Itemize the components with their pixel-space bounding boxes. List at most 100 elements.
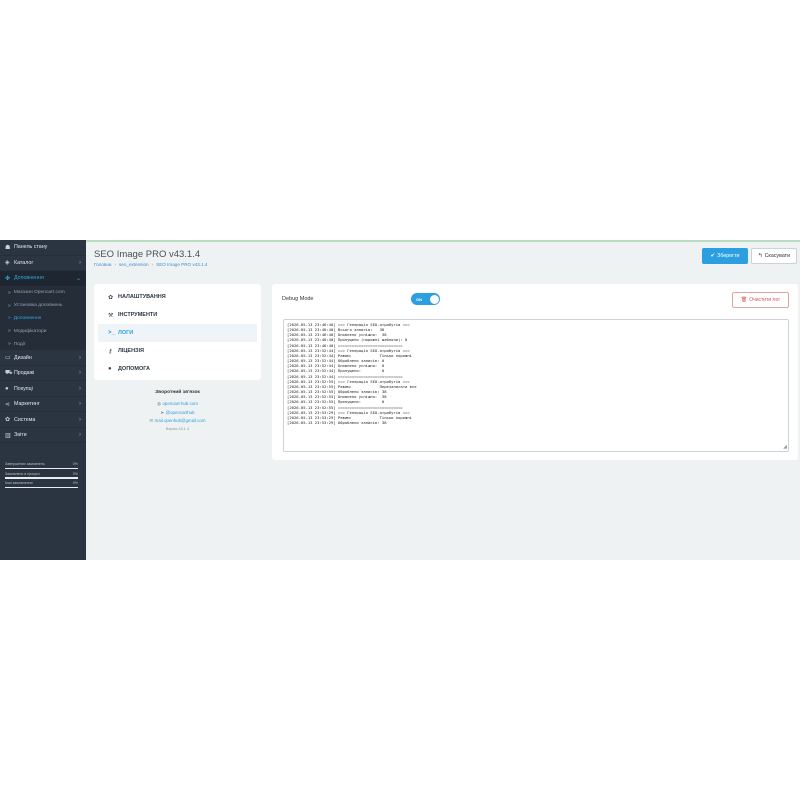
sidebar-subitem[interactable]: » Установка доповнень [0, 299, 86, 312]
trash-icon: 🗑 [740, 297, 748, 303]
monitor-icon: ▭ [5, 355, 11, 362]
cart-icon: ⛟ [5, 370, 13, 377]
sidebar-item[interactable]: ✤ Доповнення ⌄ [0, 271, 86, 287]
envelope-icon: ✉ [149, 418, 154, 423]
tab-label: ЛОГИ [118, 330, 134, 336]
sidebar-item-label: Система [14, 416, 36, 423]
telegram-icon: ➤ [160, 409, 165, 415]
sidebar-item[interactable]: ● Покупці › [0, 381, 86, 397]
terminal-icon: >_ [108, 330, 115, 336]
chevron-right-icon: › [79, 416, 81, 423]
tab-label: НАЛАШТУВАННЯ [118, 294, 166, 300]
cancel-button-label: Скасувати [764, 253, 791, 259]
puzzle-icon: ✤ [5, 275, 11, 282]
breadcrumb-extension[interactable]: seo_extension [119, 262, 149, 267]
bullet-icon: » [8, 341, 11, 348]
chevron-right-icon: › [79, 259, 81, 266]
order-stat-row: Завершених замовлень 0% [5, 462, 78, 466]
sidebar-submenu: » Магазин Opencart.com» Установка доповнен… [0, 286, 86, 351]
sidebar-subitem-label: Магазин Opencart.com [13, 290, 65, 296]
module-version: Версія 43.1.4 [165, 426, 190, 431]
sidebar-item-label: Каталог [14, 259, 34, 266]
sidebar-subitem[interactable]: » Доповнення [0, 312, 86, 325]
wrench-icon: ⚒ [108, 312, 114, 319]
log-line: [2026-05-13 23:53:29] Оброблено записів:… [287, 419, 387, 425]
sidebar-item[interactable]: ☗ Панель стану [0, 240, 86, 256]
sidebar-item[interactable]: ▥ Звіти › [0, 428, 86, 444]
sidebar-subitem-label: Установка доповнень [13, 303, 63, 309]
chevron-right-icon: › [79, 385, 81, 392]
tab-item[interactable]: ⚷ ЛІЦЕНЗІЯ [98, 342, 257, 360]
sidebar-item[interactable]: ⛟ Продажі › [0, 366, 86, 382]
sidebar-subitem-label: Події [13, 341, 26, 347]
tab-item[interactable]: ● ДОПОМОГА [98, 360, 257, 378]
debug-mode-label: Debug Mode [282, 296, 314, 302]
sidebar-subitem[interactable]: » Модифікатори [0, 325, 86, 338]
sidebar-subitem[interactable]: » Події [0, 338, 86, 351]
sidebar-item-label: Маркетинг [14, 401, 40, 408]
gear-icon: ✿ [108, 294, 114, 301]
email-link[interactable]: ✉ mail.openhub@gmail.com [94, 418, 261, 424]
order-stat-value: 0% [72, 481, 78, 485]
bullet-icon: » [8, 289, 11, 296]
save-button[interactable]: ✔ Зберегти [702, 248, 748, 264]
sidebar-menu: ☗ Панель стану ◈ Каталог › ✤ Доповнення ⌄» Магаз… [0, 240, 86, 444]
sidebar-item-label: Звіти [14, 432, 27, 439]
sidebar-item-label: Дизайн [14, 354, 32, 361]
info-icon: ● [108, 366, 112, 372]
chevron-right-icon: › [79, 432, 81, 439]
sidebar-item-label: Панель стану [14, 244, 48, 251]
breadcrumb-separator: › [151, 262, 154, 267]
bar-chart-icon: ▥ [5, 432, 11, 439]
order-stat-row: Замовлень в процесі 0% [5, 472, 78, 476]
user-icon: ● [5, 385, 9, 392]
tab-item[interactable]: ✿ НАЛАШТУВАННЯ [98, 288, 257, 306]
chevron-right-icon: › [79, 401, 81, 408]
breadcrumb-current[interactable]: SEO Image PRO v43.1.4 [156, 262, 207, 267]
top-accent-line [86, 240, 800, 242]
order-stat-row: Інші замовлення 0% [5, 481, 78, 485]
bullet-icon: » [8, 328, 11, 335]
sidebar-item[interactable]: ⋖ Маркетинг › [0, 397, 86, 413]
breadcrumb-home[interactable]: Головна [94, 262, 111, 267]
order-stat-label: Завершених замовлень [5, 462, 45, 466]
sidebar-item-label: Покупці [14, 385, 33, 392]
debug-mode-toggle[interactable]: ON [411, 293, 440, 305]
cancel-button[interactable]: ↰ Скасувати [751, 248, 797, 264]
breadcrumb-separator: › [114, 262, 116, 267]
logs-panel: Debug Mode ON 🗑 Очистити лог [2026-05-13… [272, 284, 798, 460]
tag-icon: ◈ [5, 260, 10, 267]
sidebar-subitem[interactable]: » Магазин Opencart.com [0, 287, 86, 300]
breadcrumb: Головна › seo_extension › SEO Image PRO … [94, 262, 207, 267]
tab-item[interactable]: >_ ЛОГИ [98, 324, 257, 342]
reply-icon: ↰ [757, 253, 763, 259]
telegram-link-text: @opencarthub [165, 409, 195, 415]
check-icon: ✔ [710, 253, 716, 259]
tab-item[interactable]: ⚒ ІНСТРУМЕНТИ [98, 306, 257, 324]
website-link[interactable]: ◍ opencart-hub.com [94, 401, 261, 407]
sidebar-item[interactable]: ◈ Каталог › [0, 256, 86, 271]
toggle-knob [429, 294, 439, 304]
order-stat: Замовлень в процесі 0% [5, 472, 78, 479]
sidebar-item[interactable]: ✿ Система › [0, 412, 86, 428]
feedback-title: Зворотний зв'язок [155, 390, 200, 395]
sidebar-item[interactable]: ▭ Дизайн › [0, 350, 86, 366]
log-textarea[interactable]: [2026-05-13 23:46:40] === Генерація SEO-… [283, 319, 789, 452]
order-stat-progress [5, 486, 78, 488]
toggle-state-text: ON [416, 296, 422, 302]
admin-app: ☗ Панель стану ◈ Каталог › ✤ Доповнення ⌄» Магаз… [0, 240, 800, 560]
tab-label: ДОПОМОГА [118, 366, 151, 372]
sidebar-subitem-label: Доповнення [13, 315, 42, 321]
order-stat-progress [5, 467, 78, 469]
clear-log-button[interactable]: 🗑 Очистити лог [732, 292, 789, 308]
clear-log-label: Очистити лог [749, 297, 781, 303]
page-title: SEO Image PRO v43.1.4 [94, 249, 201, 260]
order-stat-value: 0% [72, 471, 78, 476]
order-stat-label: Інші замовлення [5, 481, 33, 485]
tab-label: ЛІЦЕНЗІЯ [118, 348, 144, 354]
resize-handle-icon[interactable]: ◢ [783, 444, 787, 450]
globe-icon: ◍ [157, 401, 161, 406]
telegram-link[interactable]: ➤ @opencarthub [94, 410, 261, 416]
tab-label: ІНСТРУМЕНТИ [118, 312, 158, 318]
order-stat: Інші замовлення 0% [5, 481, 78, 488]
